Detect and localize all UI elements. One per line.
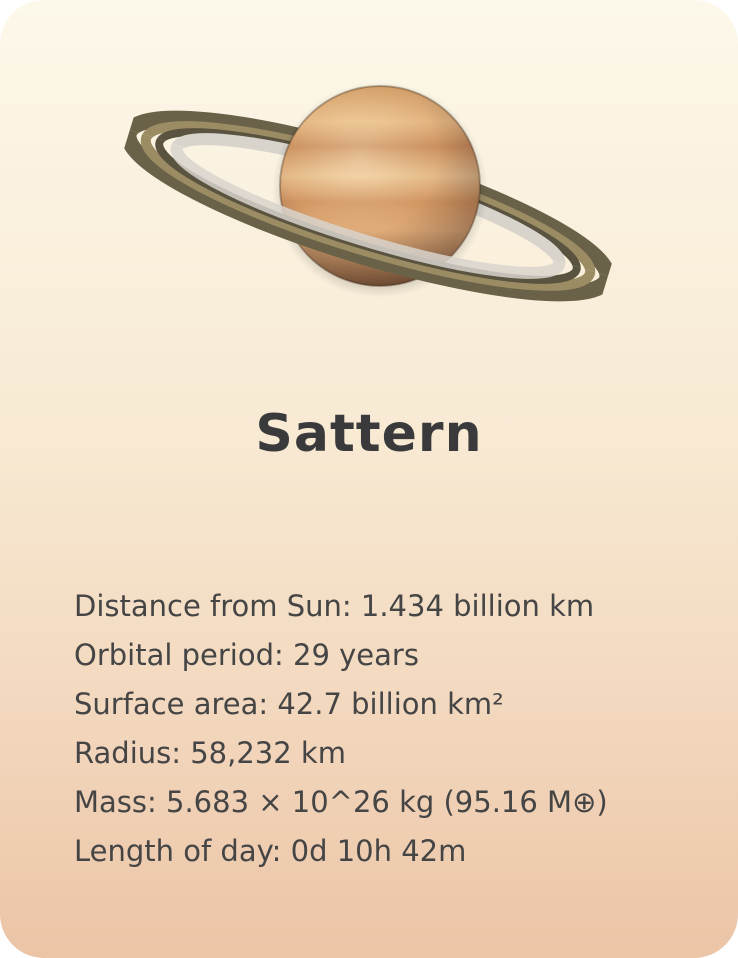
fact-length-of-day: Length of day: 0d 10h 42m — [74, 834, 467, 868]
fact-distance-from-sun: Distance from Sun: 1.434 billion km — [74, 589, 595, 623]
planet-name-title: Sattern — [255, 404, 483, 464]
fact-orbital-period: Orbital period: 29 years — [74, 638, 419, 672]
fact-surface-area: Surface area: 42.7 billion km² — [74, 687, 504, 721]
planet-facts-list: Distance from Sun: 1.434 billion km Orbi… — [74, 582, 714, 876]
ringed-planet-image — [118, 78, 618, 308]
planet-card: Sattern Distance from Sun: 1.434 billion… — [0, 0, 738, 958]
fact-mass: Mass: 5.683 × 10^26 kg (95.16 M⊕) — [74, 785, 608, 819]
fact-radius: Radius: 58,232 km — [74, 736, 346, 770]
